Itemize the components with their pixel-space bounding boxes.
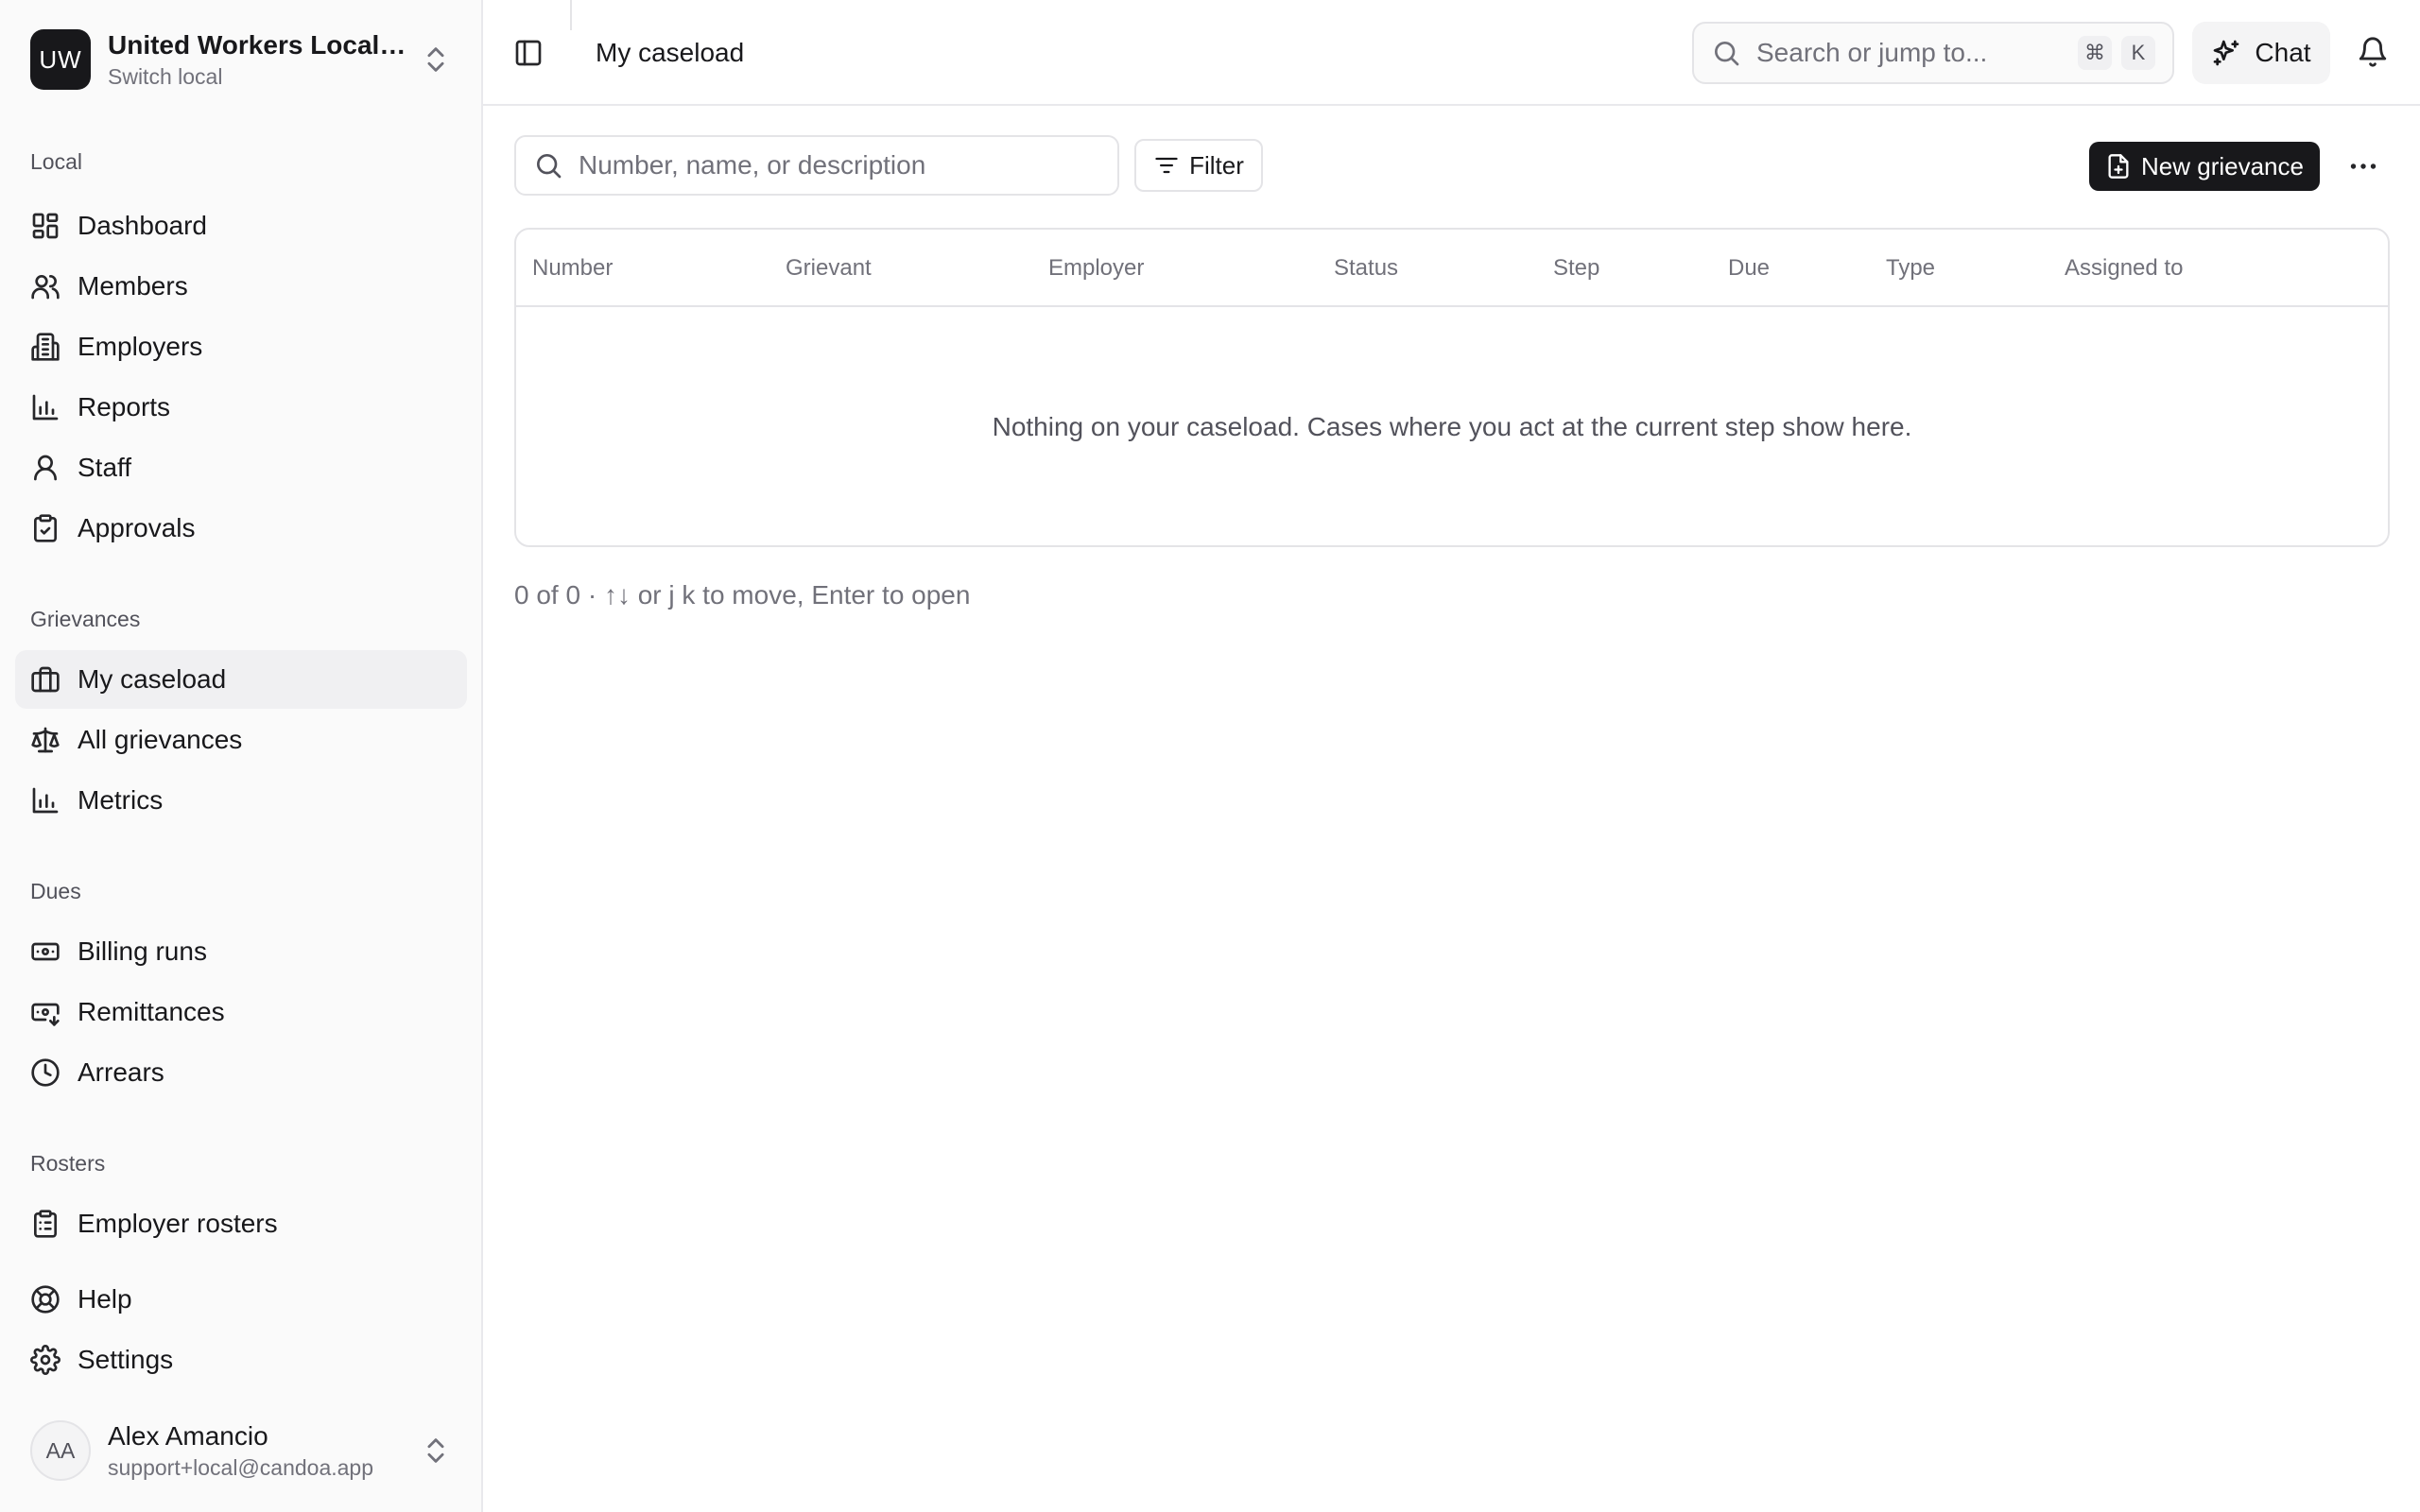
chevrons-up-down-icon (427, 1438, 444, 1463)
sidebar-item-label: Staff (78, 453, 132, 482)
grievances-table: Number Grievant Employer Status Step Due… (514, 228, 2390, 547)
sidebar-item-metrics[interactable]: Metrics (15, 771, 467, 830)
sidebar-item-label: My caseload (78, 664, 227, 694)
sidebar-item-employers[interactable]: Employers (15, 318, 467, 376)
command-search-placeholder: Search or jump to... (1756, 38, 1988, 67)
sparkles-icon (2214, 40, 2239, 66)
filter-button-label: Filter (1189, 150, 1244, 180)
sidebar-item-label: Employers (78, 332, 203, 361)
grievance-search-input[interactable] (579, 150, 1100, 180)
bar-chart-icon (32, 394, 59, 421)
sidebar-item-members[interactable]: Members (15, 257, 467, 316)
user-icon (34, 455, 57, 481)
column-header-grievant[interactable]: Grievant (786, 230, 872, 307)
sidebar: UW United Workers Local ... Switch local… (0, 0, 483, 1512)
life-buoy-icon (31, 1285, 60, 1314)
building-icon (31, 333, 60, 361)
more-horizontal-icon[interactable] (2346, 149, 2380, 183)
gear-icon (30, 1345, 60, 1375)
sidebar-item-label: Approvals (78, 513, 196, 542)
sidebar-item-label: Help (78, 1284, 132, 1314)
clipboard-check-icon (34, 514, 57, 542)
panel-left-icon (515, 40, 542, 66)
user-email: support+local@candoa.app (108, 1455, 374, 1480)
section-label-local: Local (30, 149, 82, 174)
table-header: Number Grievant Employer Status Step Due… (516, 230, 2388, 307)
org-avatar: UW (30, 29, 91, 90)
sidebar-item-arrears[interactable]: Arrears (15, 1043, 467, 1102)
bell-icon[interactable] (2357, 36, 2389, 68)
new-grievance-button[interactable]: New grievance (2089, 142, 2320, 191)
empty-state-message: Nothing on your caseload. Cases where yo… (992, 412, 1912, 441)
column-header-number[interactable]: Number (532, 230, 613, 307)
kbd-k: K (2121, 36, 2155, 70)
banknote-arrow-icon (31, 1003, 60, 1026)
grievance-search-field[interactable] (514, 135, 1119, 196)
dashboard-icon (32, 213, 59, 239)
sidebar-item-label: Reports (78, 392, 171, 421)
user-menu[interactable]: AA Alex Amancio support+local@candoa.app (15, 1418, 467, 1484)
sidebar-item-settings[interactable]: Settings (15, 1331, 467, 1389)
filter-button[interactable]: Filter (1134, 139, 1263, 192)
clipboard-list-icon (34, 1210, 57, 1238)
avatar: AA (30, 1420, 91, 1481)
column-header-employer[interactable]: Employer (1048, 230, 1144, 307)
users-icon (31, 275, 60, 300)
clock-icon (31, 1058, 60, 1087)
sidebar-item-remittances[interactable]: Remittances (15, 983, 467, 1041)
sidebar-item-billing-runs[interactable]: Billing runs (15, 922, 467, 981)
search-icon (537, 154, 562, 179)
org-switcher[interactable]: UW United Workers Local ... Switch local (15, 15, 467, 104)
pagination-hint: 0 of 0 · ↑↓ or j k to move, Enter to ope… (514, 580, 971, 610)
sidebar-item-label: Metrics (78, 785, 164, 815)
page-title: My caseload (596, 38, 745, 67)
column-header-step[interactable]: Step (1553, 230, 1599, 307)
sidebar-item-label: All grievances (78, 725, 243, 754)
chevrons-up-down-icon (427, 47, 444, 72)
new-grievance-label: New grievance (2141, 151, 2304, 180)
chat-button-label: Chat (2255, 38, 2311, 67)
filter-lines-icon (1155, 157, 1178, 174)
kbd-cmd: ⌘ (2078, 36, 2112, 70)
top-bar: My caseload Search or jump to... ⌘ K Cha… (483, 0, 2420, 106)
section-label-rosters: Rosters (30, 1151, 106, 1176)
chat-button[interactable]: Chat (2192, 22, 2330, 84)
section-label-grievances: Grievances (30, 607, 141, 631)
sidebar-item-staff[interactable]: Staff (15, 438, 467, 497)
sidebar-item-reports[interactable]: Reports (15, 378, 467, 437)
sidebar-item-help[interactable]: Help (15, 1270, 467, 1329)
header-divider (570, 0, 572, 30)
scale-icon (31, 727, 60, 753)
org-name: United Workers Local ... (108, 30, 408, 60)
file-plus-icon (2108, 154, 2129, 179)
sidebar-item-dashboard[interactable]: Dashboard (15, 197, 467, 255)
sidebar-item-my-caseload[interactable]: My caseload (15, 650, 467, 709)
column-header-status[interactable]: Status (1334, 230, 1398, 307)
sidebar-item-label: Members (78, 271, 188, 301)
bar-chart-icon (32, 787, 59, 814)
user-name: Alex Amancio (108, 1421, 268, 1451)
command-search[interactable]: Search or jump to... ⌘ K (1692, 22, 2174, 84)
sidebar-item-all-grievances[interactable]: All grievances (15, 711, 467, 769)
sidebar-item-label: Arrears (78, 1057, 164, 1087)
sidebar-item-approvals[interactable]: Approvals (15, 499, 467, 558)
sidebar-item-label: Employer rosters (78, 1209, 278, 1238)
section-label-dues: Dues (30, 879, 81, 903)
sidebar-item-label: Remittances (78, 997, 225, 1026)
briefcase-icon (31, 666, 60, 693)
sidebar-toggle-button[interactable] (508, 32, 549, 74)
column-header-assigned-to[interactable]: Assigned to (2065, 230, 2183, 307)
banknote-icon (31, 942, 60, 961)
sidebar-item-employer-rosters[interactable]: Employer rosters (15, 1194, 467, 1253)
sidebar-item-label: Settings (78, 1345, 174, 1374)
sidebar-item-label: Dashboard (78, 211, 207, 240)
column-header-due[interactable]: Due (1728, 230, 1770, 307)
sidebar-item-label: Billing runs (78, 936, 207, 966)
search-icon (1715, 42, 1739, 66)
org-switch-label: Switch local (108, 64, 223, 89)
column-header-type[interactable]: Type (1886, 230, 1935, 307)
